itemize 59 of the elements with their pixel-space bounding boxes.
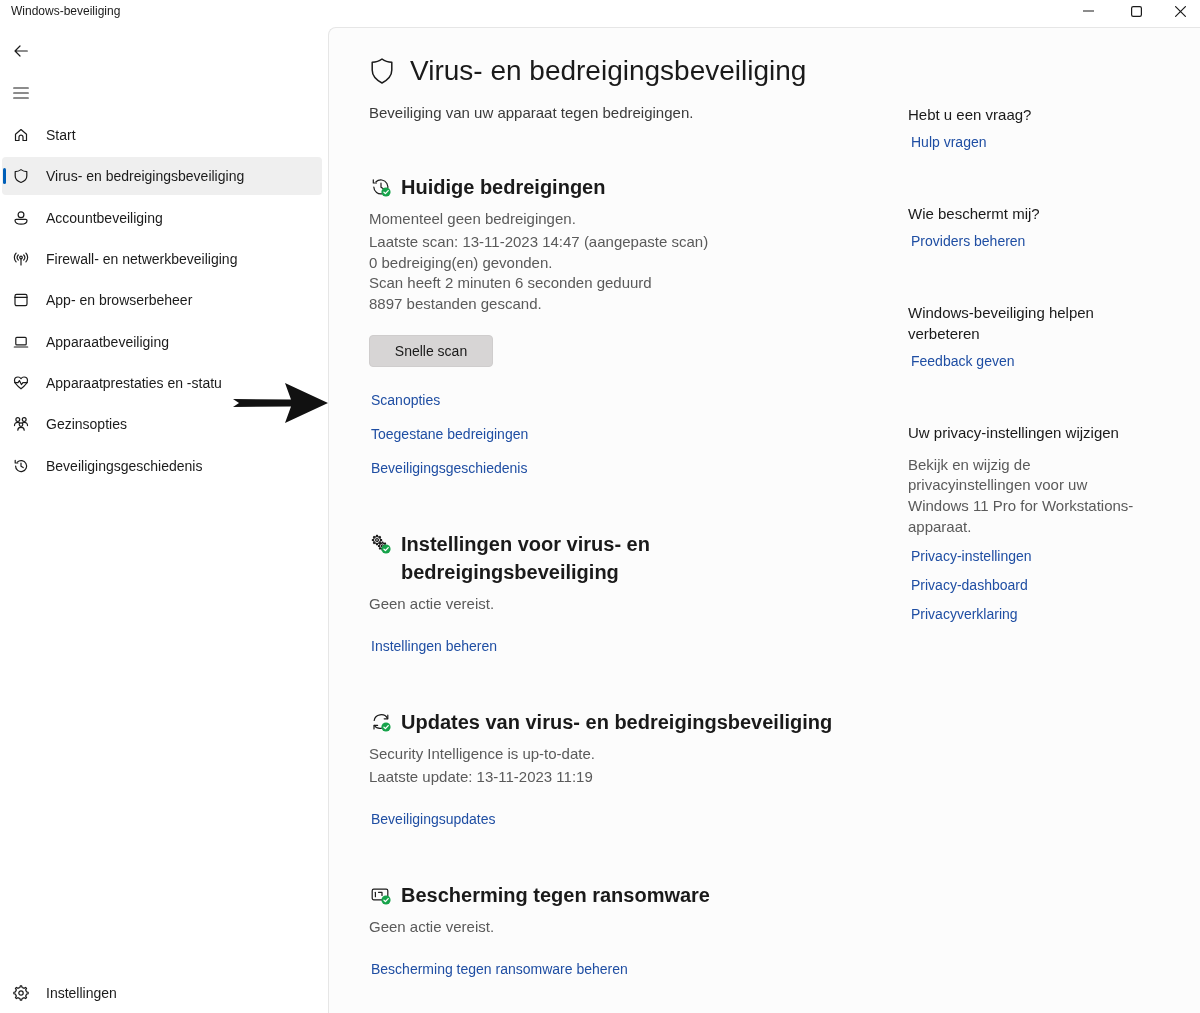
window-title: Windows-beveiliging [10, 4, 121, 18]
help-link[interactable]: Privacy-dashboard [911, 574, 1028, 595]
back-arrow-icon [14, 45, 28, 57]
detail-text: 0 bedreiging(en) gevonden. [369, 252, 554, 273]
family-icon [13, 416, 29, 433]
section-heading: Bescherming tegen ransomware [401, 883, 710, 908]
status-text: Momenteel geen bedreigingen. [369, 209, 577, 229]
section-link[interactable]: Beveiligingsgeschiedenis [371, 458, 528, 479]
maximize-icon [1130, 5, 1142, 17]
help-heading: Windows-beveiliging helpen verbeteren [908, 302, 1095, 344]
section-heading: Updates van virus- en bedreigingsbeveiliging [401, 709, 833, 735]
status-text: Geen actie vereist. [369, 917, 496, 937]
section-link[interactable]: Toegestane bedreigingen [371, 424, 529, 445]
antenna-icon [13, 251, 29, 267]
shield-icon [371, 58, 393, 84]
nav-item[interactable]: Apparaatbeveiliging [2, 322, 322, 361]
section-link[interactable]: Beveiligingsupdates [371, 809, 496, 829]
detail-text: 8897 bestanden gescand. [369, 294, 543, 315]
section-link[interactable]: Scanopties [371, 390, 441, 411]
nav-item[interactable]: App- en browserbeheer [2, 281, 322, 320]
help-link[interactable]: Hulp vragen [911, 132, 987, 152]
help-text: Bekijk en wijzig de privacyinstellingen voor uw Windows 11 Pro for Workstations-apparaat. [908, 454, 1135, 537]
status-text: Security Intelligence is up-to-date. [369, 743, 596, 764]
close-icon [1174, 5, 1186, 17]
help-link[interactable]: Privacy-instellingen [911, 545, 1032, 566]
help-heading: Uw privacy-instellingen wijzigen [908, 422, 1120, 443]
settings-icon [13, 985, 29, 1001]
shield-icon [13, 168, 29, 185]
menu-icon [13, 87, 29, 99]
nav-item[interactable]: Virus- en bedreigingsbeveiliging [2, 157, 322, 196]
page-subtitle: Beveiliging van uw apparaat tegen bedreigingen. [369, 102, 695, 123]
detail-text: Laatste scan: 13-11-2023 14:47 (aangepaste scan) [369, 232, 710, 252]
scan-button[interactable]: Snelle scan [369, 335, 493, 368]
nav-item[interactable]: Start [2, 116, 322, 154]
status-text: Geen actie vereist. [369, 594, 496, 615]
home-icon [13, 127, 29, 143]
nav-item[interactable]: Beveiligingsgeschiedenis [2, 446, 322, 485]
help-link[interactable]: Providers beheren [911, 231, 1026, 251]
help-heading: Hebt u een vraag? [908, 104, 1033, 125]
nav-item[interactable]: Apparaatprestaties en -statu [2, 363, 322, 402]
person-icon [13, 209, 29, 226]
nav-item[interactable]: Accountbeveiliging [2, 198, 322, 237]
help-link[interactable]: Privacyverklaring [911, 603, 1018, 624]
detail-text: Scan heeft 2 minuten 6 seconden geduurd [369, 273, 653, 294]
help-heading: Wie beschermt mij? [908, 203, 1041, 224]
nav-item[interactable]: Gezinsopties [2, 405, 322, 444]
nav-item[interactable]: Firewall- en netwerkbeveiliging [2, 240, 322, 278]
settings-nav-item[interactable]: Instellingen [2, 974, 322, 1012]
section-link[interactable]: Bescherming tegen ransomware beheren [371, 958, 628, 979]
section-link[interactable]: Instellingen beheren [371, 635, 498, 656]
heart-pulse-icon [13, 374, 29, 391]
detail-text: Laatste update: 13-11-2023 11:19 [369, 766, 594, 787]
help-link[interactable]: Feedback geven [911, 351, 1015, 371]
history-icon [13, 457, 29, 474]
minimize-icon [1082, 10, 1094, 12]
page-title: Virus- en bedreigingsbeveiliging [410, 54, 807, 88]
section-heading: Huidige bedreigingen [401, 175, 606, 200]
section-heading: Instellingen voor virus- en bedreigingsbeveiliging [401, 532, 651, 586]
window-icon [13, 292, 29, 309]
